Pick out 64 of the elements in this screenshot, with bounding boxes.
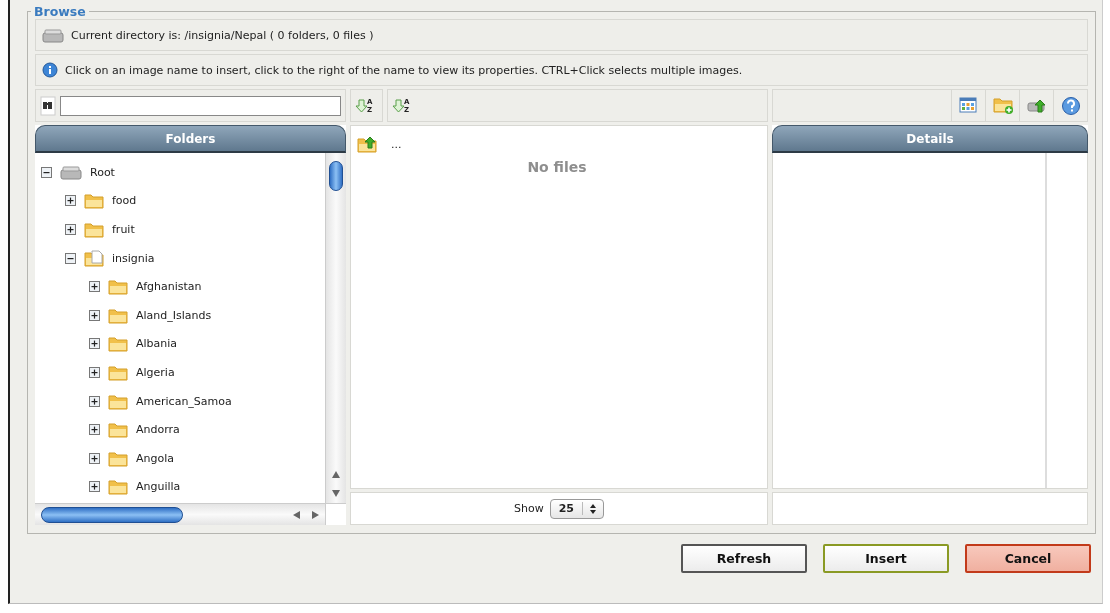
folder-name[interactable]: Aland_Islands [136,308,212,322]
folder-up-icon[interactable] [357,136,377,153]
down-arrow-icon [392,98,405,113]
folder-icon [108,449,128,467]
folder-icon [108,278,128,296]
search-field[interactable] [60,95,341,116]
folder-name[interactable]: Anguilla [136,480,181,494]
info-text: Click on an image name to insert, click to the right of the name to view its properties. CTRL+Click selects multiple images. [65,63,743,77]
folder-icon [108,363,128,381]
folder-name[interactable]: insignia [112,251,155,265]
expand-icon[interactable] [89,452,100,464]
folder-icon [108,421,128,439]
dialog-button[interactable]: Refresh [681,544,807,573]
panel-header: Folders [35,125,346,153]
folder-name[interactable]: food [112,194,137,208]
folder-name[interactable]: Root [90,165,115,179]
grid-view-icon[interactable] [958,95,979,116]
folder-icon [108,335,128,353]
scrollbar-thumb[interactable] [41,506,183,523]
folder-name[interactable]: Afghanistan [136,280,202,294]
expand-icon[interactable] [89,395,100,407]
horizontal-scrollbar[interactable] [35,503,325,525]
directory-text: Current directory is: /insignia/Nepal ( 0 folders, 0 files ) [71,28,374,42]
folder-icon [108,392,128,410]
collapse-icon[interactable] [65,252,76,264]
folder-name[interactable]: Angola [136,451,174,465]
folder-name[interactable]: Algeria [136,365,175,379]
help-icon[interactable] [1060,95,1081,116]
folder-icon [108,478,128,496]
folder-name[interactable]: Albania [136,337,178,351]
drive-icon [42,27,64,43]
folder-name[interactable]: Andorra [136,423,180,437]
folder-icon [108,306,128,324]
vertical-scrollbar[interactable] [325,153,346,503]
expand-icon[interactable] [65,224,76,235]
section-legend: Browse [31,4,89,19]
dialog-button[interactable]: Cancel [965,544,1091,573]
expand-icon[interactable] [89,309,100,321]
collapse-icon[interactable] [41,166,52,178]
down-arrow-icon [355,98,368,113]
scroll-left-icon[interactable] [293,510,300,519]
drive-icon [60,164,82,181]
folder-name[interactable]: American_Samoa [136,394,232,408]
page-size-select[interactable]: 25 [549,498,604,519]
expand-icon[interactable] [89,366,100,378]
dialog-button[interactable]: Insert [823,544,949,573]
panel-header: Details [772,125,1088,153]
scrollbar-corner [325,503,346,525]
binoculars-icon [40,95,56,116]
show-label: Show [514,502,544,515]
empty-message: No files [527,159,587,175]
expand-icon[interactable] [89,481,100,493]
file-name[interactable]: ... [391,138,402,151]
expand-icon[interactable] [89,281,100,293]
scrollbar-thumb[interactable] [329,161,343,191]
scroll-up-icon[interactable] [332,471,340,478]
expand-icon[interactable] [65,195,76,207]
folder-name[interactable]: fruit [112,223,135,236]
folder-icon [84,192,104,210]
expand-icon[interactable] [89,338,100,350]
folder-icon [84,221,104,238]
info-icon [42,62,58,78]
expand-icon[interactable] [89,424,100,436]
folder-page-icon [84,249,104,267]
